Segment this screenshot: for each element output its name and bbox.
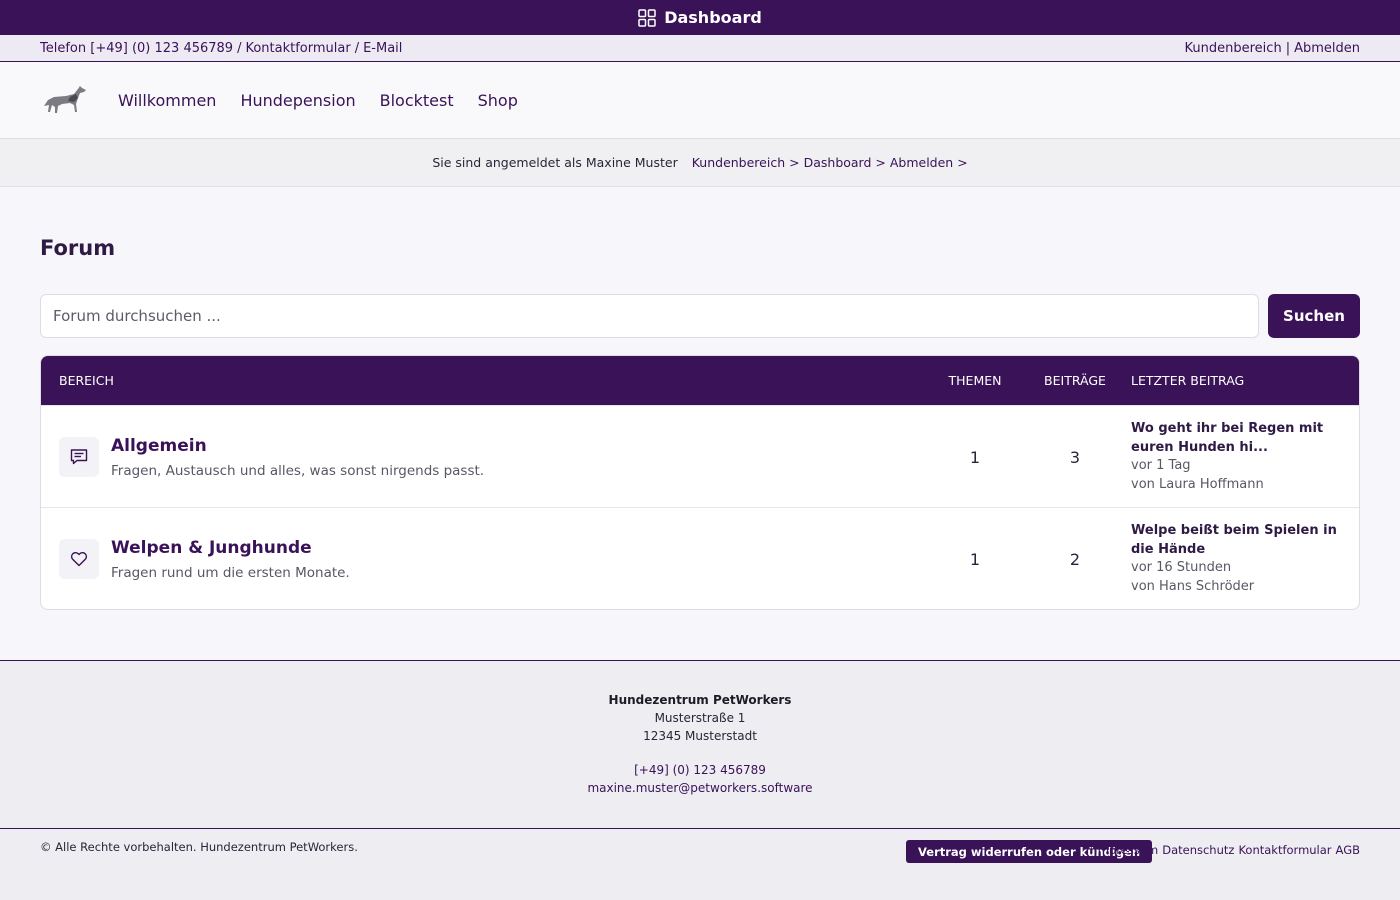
separator: / <box>237 40 242 56</box>
last-post: Welpe beißt beim Spielen in die Hände vo… <box>1131 522 1351 596</box>
agb-link[interactable]: AGB <box>1336 843 1360 857</box>
contact-links: Telefon [+49] (0) 123 456789 / Kontaktfo… <box>40 41 402 56</box>
forum-section-description: Fragen, Austausch und alles, was sonst n… <box>111 463 485 479</box>
nav-item-willkommen[interactable]: Willkommen <box>118 91 216 110</box>
nav-item-blocktest[interactable]: Blocktest <box>380 91 454 110</box>
last-post-author: von Laura Hoffmann <box>1131 476 1264 492</box>
column-header-themen: THEMEN <box>948 373 1002 388</box>
bottom-bar: © Alle Rechte vorbehalten. Hundezentrum … <box>0 828 1400 900</box>
last-post: Wo geht ihr bei Regen mit euren Hunden h… <box>1131 420 1351 494</box>
table-row[interactable]: Allgemein Fragen, Austausch und alles, w… <box>41 405 1359 507</box>
last-post-time: vor 1 Tag <box>1131 458 1191 473</box>
chat-bubble-icon <box>59 437 99 477</box>
breadcrumb-item-abmelden[interactable]: Abmelden > <box>890 155 968 170</box>
account-links: Kundenbereich | Abmelden <box>1185 41 1360 56</box>
last-post-time: vor 16 Stunden <box>1131 560 1232 575</box>
forum-section-name[interactable]: Welpen & Junghunde <box>111 538 312 558</box>
contact-form-link[interactable]: Kontaktformular <box>245 41 350 56</box>
footer-email-link[interactable]: maxine.muster@petworkers.software <box>0 779 1400 797</box>
table-header: BEREICH THEMEN BEITRÄGE LETZTER BEITRAG <box>41 356 1359 405</box>
table-row[interactable]: Welpen & Junghunde Fragen rund um die er… <box>41 507 1359 609</box>
forum-search-input[interactable] <box>40 294 1259 338</box>
last-post-author: von Hans Schröder <box>1131 578 1255 594</box>
forum-table: BEREICH THEMEN BEITRÄGE LETZTER BEITRAG … <box>40 355 1360 610</box>
topic-count: 1 <box>969 550 981 569</box>
separator: | <box>1285 40 1291 56</box>
legal-links: Impressum Datenschutz Kontaktformular AG… <box>1094 843 1360 857</box>
dashboard-grid-icon <box>638 8 656 27</box>
top-bar: Dashboard <box>0 0 1400 35</box>
footer: Hundezentrum PetWorkers Musterstraße 1 1… <box>0 660 1400 828</box>
nav-item-hundepension[interactable]: Hundepension <box>240 91 355 110</box>
breadcrumb-item-kundenbereich[interactable]: Kundenbereich > <box>692 155 800 170</box>
breadcrumb-item-dashboard[interactable]: Dashboard > <box>804 155 886 170</box>
forum-section-description: Fragen rund um die ersten Monate. <box>111 565 350 581</box>
post-count: 3 <box>1069 448 1081 467</box>
last-post-title[interactable]: Wo geht ihr bei Regen mit euren Hunden h… <box>1131 420 1351 457</box>
email-link[interactable]: E-Mail <box>363 41 402 56</box>
breadcrumb-bar: Sie sind angemeldet als Maxine Muster Ku… <box>0 139 1400 187</box>
kontaktformular-link[interactable]: Kontaktformular <box>1238 843 1331 857</box>
heart-icon <box>59 539 99 579</box>
copyright-text: © Alle Rechte vorbehalten. Hundezentrum … <box>40 840 358 854</box>
logout-link[interactable]: Abmelden <box>1294 41 1360 56</box>
top-bar-title[interactable]: Dashboard <box>664 8 762 27</box>
nav-item-shop[interactable]: Shop <box>478 91 518 110</box>
footer-spacer <box>0 745 1400 761</box>
impressum-link[interactable]: Impressum <box>1094 843 1158 857</box>
main-navigation: Willkommen Hundepension Blocktest Shop <box>0 62 1400 139</box>
dog-logo-icon[interactable] <box>40 80 90 120</box>
customer-area-link[interactable]: Kundenbereich <box>1185 41 1282 56</box>
page-title: Forum <box>40 236 116 260</box>
footer-company-name: Hundezentrum PetWorkers <box>608 693 792 707</box>
post-count: 2 <box>1069 550 1081 569</box>
footer-city: 12345 Musterstadt <box>643 729 757 743</box>
logged-in-text: Sie sind angemeldet als Maxine Muster <box>432 155 678 170</box>
search-button[interactable]: Suchen <box>1268 294 1360 338</box>
column-header-bereich: BEREICH <box>59 373 114 388</box>
column-header-letzter-beitrag: LETZTER BEITRAG <box>1131 373 1245 388</box>
footer-phone-link[interactable]: [+49] (0) 123 456789 <box>0 761 1400 779</box>
separator: / <box>354 40 360 56</box>
phone-link[interactable]: Telefon [+49] (0) 123 456789 <box>40 41 233 56</box>
footer-street: Musterstraße 1 <box>654 711 746 725</box>
last-post-title[interactable]: Welpe beißt beim Spielen in die Hände <box>1131 522 1351 559</box>
topic-count: 1 <box>969 448 981 467</box>
datenschutz-link[interactable]: Datenschutz <box>1162 843 1234 857</box>
forum-section-name[interactable]: Allgemein <box>111 436 207 456</box>
breadcrumb: Kundenbereich > Dashboard > Abmelden > <box>692 155 968 170</box>
contact-info-bar: Telefon [+49] (0) 123 456789 / Kontaktfo… <box>0 35 1400 62</box>
column-header-beitraege: BEITRÄGE <box>1044 373 1106 388</box>
